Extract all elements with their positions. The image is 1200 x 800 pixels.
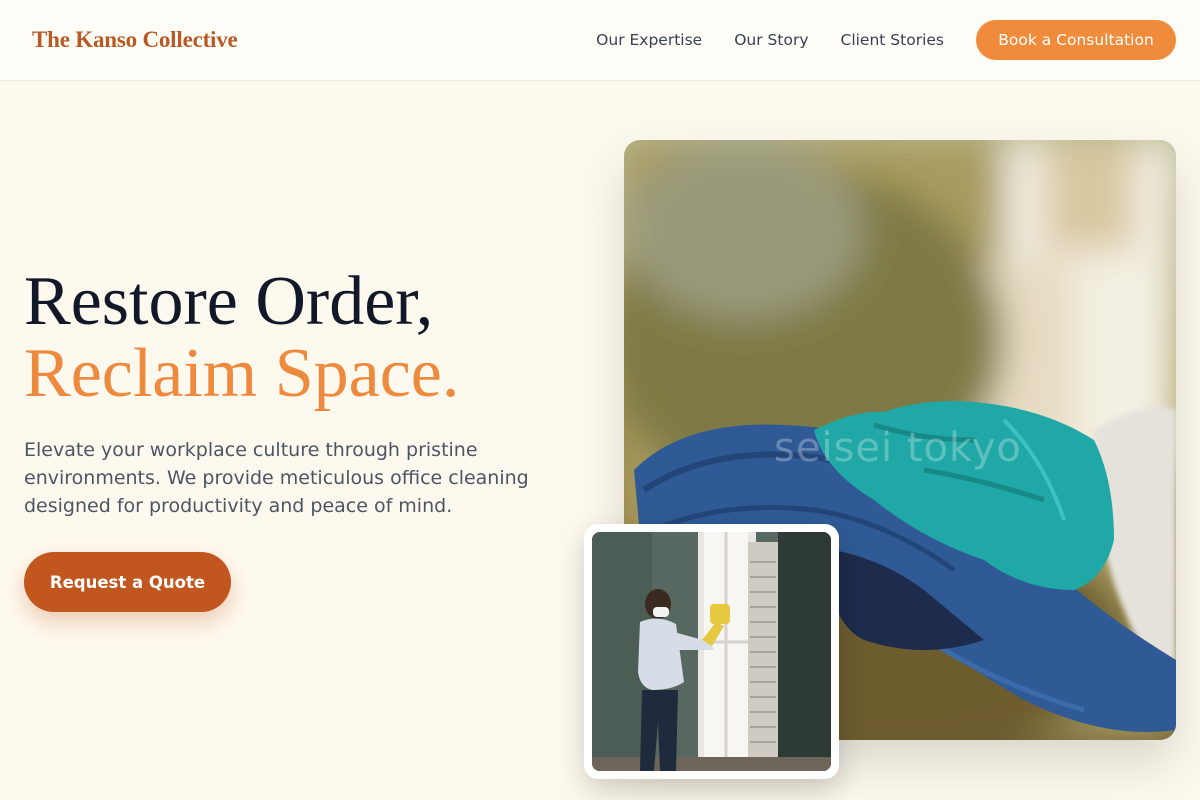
window-cleaning-illustration (592, 532, 831, 771)
hero-title: Restore Order, Reclaim Space. (24, 266, 459, 410)
hero-inset-image (584, 524, 839, 779)
site-header: The Kanso Collective Our Expertise Our S… (0, 0, 1200, 81)
hero-title-line1: Restore Order, (24, 263, 434, 340)
nav-link-expertise[interactable]: Our Expertise (596, 31, 702, 49)
image-watermark: seisei tokyo (774, 425, 1022, 471)
book-consultation-button[interactable]: Book a Consultation (976, 20, 1176, 60)
request-quote-button[interactable]: Request a Quote (24, 552, 231, 612)
hero-title-line2: Reclaim Space. (24, 335, 460, 412)
main-nav: Our Expertise Our Story Client Stories B… (596, 20, 1176, 60)
nav-link-story[interactable]: Our Story (734, 31, 808, 49)
brand-logo[interactable]: The Kanso Collective (32, 27, 238, 53)
nav-link-client-stories[interactable]: Client Stories (841, 31, 945, 49)
hero-subtitle: Elevate your workplace culture through p… (24, 439, 529, 517)
window-cleaning-photo (592, 532, 831, 771)
